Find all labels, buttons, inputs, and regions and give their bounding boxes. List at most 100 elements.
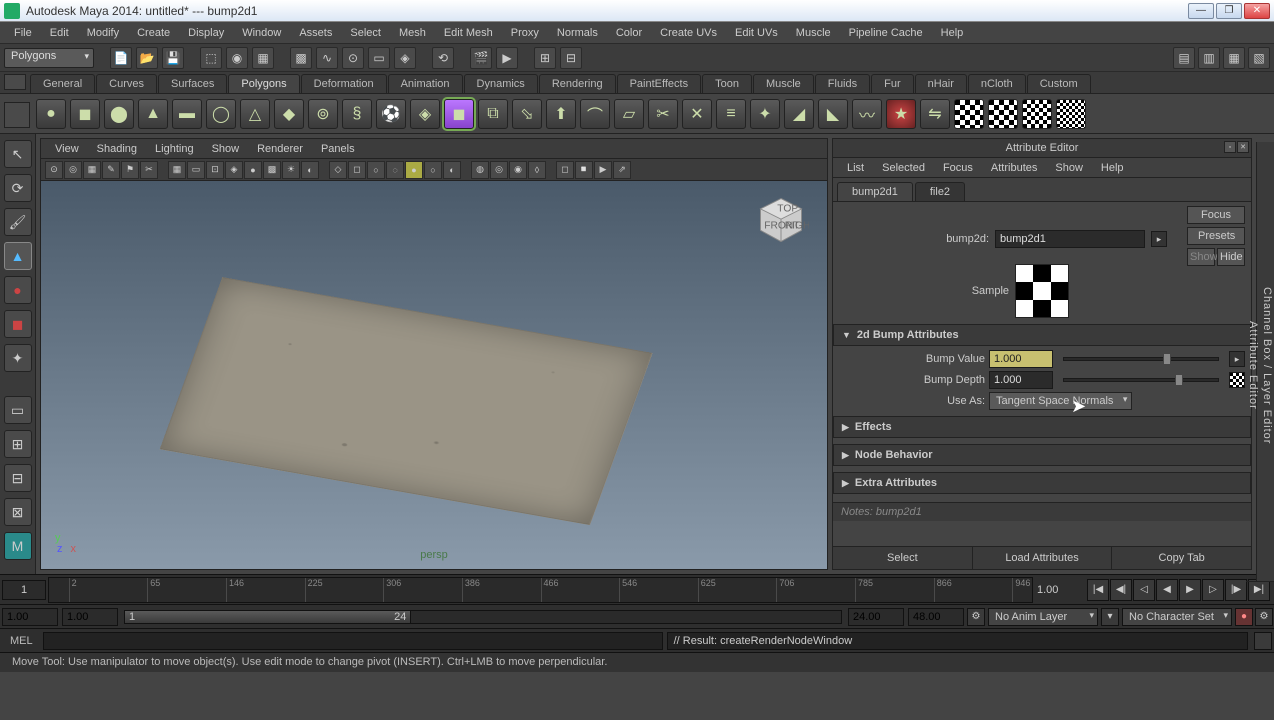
checker2-icon[interactable] [988,99,1018,129]
menu-edituvs[interactable]: Edit UVs [727,25,786,41]
vp-menu-lighting[interactable]: Lighting [147,142,202,156]
toggle-icon-2[interactable]: ⊟ [560,47,582,69]
anim-layer-dropdown[interactable]: No Anim Layer [988,608,1098,626]
snap-grid-icon[interactable]: ▩ [290,47,312,69]
sidebar-tab-channelbox[interactable]: Channel Box / Layer Editor [1260,150,1274,582]
section-node-behavior[interactable]: ▶ Node Behavior [833,444,1251,466]
sidebar-toggle-4[interactable]: ▧ [1248,47,1270,69]
vp-tex-icon[interactable]: ▩ [263,161,281,179]
section-extra-attributes[interactable]: ▶ Extra Attributes [833,472,1251,494]
shelf-tab-nhair[interactable]: nHair [915,74,967,93]
vp-render-icon[interactable]: ▶ [594,161,612,179]
poly-helix-icon[interactable]: § [342,99,372,129]
select-tool-icon[interactable]: ⬚ [200,47,222,69]
render-icon[interactable]: 🎬 [470,47,492,69]
attr-tab-file2[interactable]: file2 [915,182,965,201]
select-button[interactable]: Select [833,547,973,569]
poly-cube-icon[interactable]: ◼ [70,99,100,129]
split-icon[interactable]: ✕ [682,99,712,129]
rotate-tool[interactable]: ● [4,276,32,304]
range-start-inner[interactable] [62,608,118,626]
sample-swatch[interactable] [1015,264,1069,318]
lasso-tool[interactable]: ⟳ [4,174,32,202]
time-current-frame[interactable]: 1 [2,580,46,600]
poly-soccer-icon[interactable]: ⚽ [376,99,406,129]
vp-icon-6[interactable]: ✂ [140,161,158,179]
poly-pyramid-icon[interactable]: ◆ [274,99,304,129]
go-start-button[interactable]: |◀ [1087,579,1109,601]
vp-film-icon[interactable]: ▭ [187,161,205,179]
range-opts-icon[interactable]: ⚙ [967,608,985,626]
vp-icon-5[interactable]: ⚑ [121,161,139,179]
vp-menu-renderer[interactable]: Renderer [249,142,311,156]
shelf-tab-surfaces[interactable]: Surfaces [158,74,227,93]
shelf-tab-rendering[interactable]: Rendering [539,74,616,93]
shelf-tab-fluids[interactable]: Fluids [815,74,870,93]
shelf-tab-painteffects[interactable]: PaintEffects [617,74,702,93]
menu-proxy[interactable]: Proxy [503,25,547,41]
vp-share-icon[interactable]: ⇗ [613,161,631,179]
shelf-tab-dynamics[interactable]: Dynamics [464,74,538,93]
poke-icon[interactable]: ✦ [750,99,780,129]
use-as-dropdown[interactable]: Tangent Space Normals [989,392,1132,410]
sidebar-toggle-3[interactable]: ▦ [1223,47,1245,69]
anim-layer-icon[interactable]: ▾ [1101,608,1119,626]
time-end-label[interactable]: 1.00 [1033,584,1083,596]
snap-point-icon[interactable]: ⊙ [342,47,364,69]
maximize-button[interactable]: ❐ [1216,3,1242,19]
attr-menu-focus[interactable]: Focus [935,161,981,175]
play-forward-button[interactable]: ▶ [1179,579,1201,601]
bump-depth-map-button[interactable] [1229,372,1245,388]
attr-menu-help[interactable]: Help [1093,161,1132,175]
close-button[interactable]: ✕ [1244,3,1270,19]
scene-plane-object[interactable] [160,277,653,525]
maya-home-icon[interactable]: M [4,532,32,560]
menu-window[interactable]: Window [234,25,289,41]
layout-four-icon[interactable]: ⊞ [4,430,32,458]
vp-xray-icon[interactable]: ◌ [386,161,404,179]
menu-color[interactable]: Color [608,25,650,41]
layout-single-icon[interactable]: ▭ [4,396,32,424]
shelf-tab-deformation[interactable]: Deformation [301,74,387,93]
poly-cube-selected-icon[interactable]: ◼ [444,99,474,129]
poly-torus-icon[interactable]: ◯ [206,99,236,129]
bridge-icon[interactable]: ⌒ [580,99,610,129]
minimize-button[interactable]: — [1188,3,1214,19]
poly-cylinder-icon[interactable]: ⬤ [104,99,134,129]
cut-icon[interactable]: ✂ [648,99,678,129]
extract-icon[interactable]: ⬂ [512,99,542,129]
move-tool[interactable]: ▲ [4,242,32,270]
smooth-icon[interactable]: 〰 [852,99,882,129]
bevel-icon[interactable]: ◣ [818,99,848,129]
vp-menu-shading[interactable]: Shading [89,142,145,156]
load-attributes-button[interactable]: Load Attributes [973,547,1113,569]
menu-create[interactable]: Create [129,25,178,41]
attr-menu-selected[interactable]: Selected [874,161,933,175]
menu-normals[interactable]: Normals [549,25,606,41]
snap-live-icon[interactable]: ◈ [394,47,416,69]
menu-assets[interactable]: Assets [291,25,340,41]
vp-menu-panels[interactable]: Panels [313,142,363,156]
bump-depth-input[interactable] [989,371,1053,389]
vp-ao-icon[interactable]: ◍ [471,161,489,179]
checker4-icon[interactable] [1056,99,1086,129]
open-scene-icon[interactable]: 📂 [136,47,158,69]
vp-menu-view[interactable]: View [47,142,87,156]
shelf-tab-toon[interactable]: Toon [702,74,752,93]
vp-light1-icon[interactable]: ● [405,161,423,179]
copy-tab-button[interactable]: Copy Tab [1112,547,1251,569]
range-end-outer[interactable] [908,608,964,626]
sculpt-icon[interactable]: ★ [886,99,916,129]
vp-wire-icon[interactable]: ◈ [225,161,243,179]
mode-selector[interactable]: Polygons [4,48,94,68]
wedge-icon[interactable]: ◢ [784,99,814,129]
menu-file[interactable]: File [6,25,40,41]
checker1-icon[interactable] [954,99,984,129]
vp-sel-icon[interactable]: ◻ [556,161,574,179]
poly-prism-icon[interactable]: △ [240,99,270,129]
save-scene-icon[interactable]: 💾 [162,47,184,69]
attr-tab-bump2d1[interactable]: bump2d1 [837,182,913,201]
time-ruler[interactable]: 2 65 146 225 306 386 466 546 625 706 785… [48,577,1033,603]
step-back-key-button[interactable]: ◀| [1110,579,1132,601]
presets-button[interactable]: Presets [1187,227,1245,245]
